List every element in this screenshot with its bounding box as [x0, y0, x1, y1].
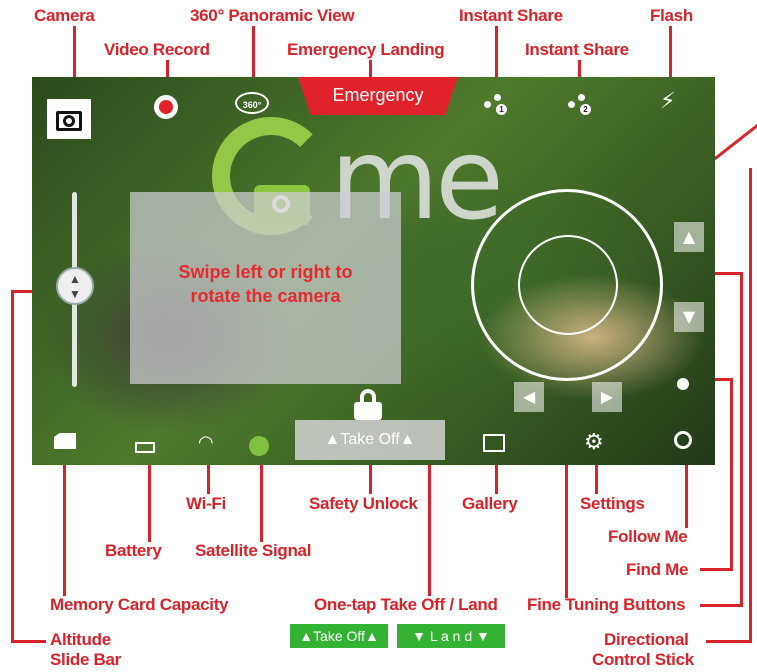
- settings-callout: Settings: [580, 494, 645, 513]
- emergency-button[interactable]: Emergency: [298, 77, 458, 115]
- fine-tune-down-button[interactable]: ▼: [674, 302, 704, 332]
- camera-leader: [73, 26, 76, 80]
- panoramic-button[interactable]: 360°: [235, 92, 269, 114]
- video-record-callout: Video Record: [104, 40, 210, 59]
- battery-icon: [135, 442, 155, 453]
- directional-stick-knob[interactable]: [518, 235, 618, 335]
- find-me-callout: Find Me: [626, 560, 689, 579]
- memory-leader: [63, 456, 66, 596]
- safety-unlock-button[interactable]: [354, 389, 382, 420]
- flash-button[interactable]: ⚡: [660, 89, 675, 114]
- rotate-hint-overlay[interactable]: Swipe left or right to rotate the camera: [130, 192, 401, 384]
- fine-tune-up-button[interactable]: ▲: [674, 222, 704, 252]
- battery-callout: Battery: [105, 541, 162, 560]
- flash-icon: ⚡: [660, 89, 676, 114]
- settings-leader: [595, 460, 598, 494]
- panoramic-callout: 360° Panoramic View: [190, 6, 355, 25]
- findme-leader-v: [730, 378, 733, 570]
- altitude-callout-line2: Slide Bar: [50, 650, 121, 669]
- takeoff-land-button[interactable]: ▲Take Off▲: [295, 420, 445, 460]
- instant-share-button-1[interactable]: 1: [484, 94, 508, 116]
- legend-land: ▼ L a n d ▼: [397, 624, 505, 648]
- video-record-button[interactable]: [154, 95, 178, 119]
- pano-leader: [252, 26, 255, 84]
- instant-share-callout-2: Instant Share: [525, 40, 629, 59]
- findme-leader-h2: [700, 568, 733, 571]
- satellite-signal-icon: [249, 436, 269, 456]
- altitude-leader-h2: [11, 640, 46, 643]
- gallery-callout: Gallery: [462, 494, 518, 513]
- directional-callout-line1: Directional: [604, 630, 689, 649]
- one-tap-callout: One-tap Take Off / Land: [314, 595, 498, 614]
- emergency-landing-callout: Emergency Landing: [287, 40, 445, 59]
- follow-me-callout: Follow Me: [608, 527, 688, 546]
- flash-callout: Flash: [650, 6, 693, 25]
- fine-tune-left-button[interactable]: ◀: [514, 382, 544, 412]
- camera-callout: Camera: [34, 6, 95, 25]
- sat-leader: [260, 456, 263, 542]
- safety-unlock-callout: Safety Unlock: [309, 494, 418, 513]
- gallery-leader: [495, 460, 498, 494]
- instant-share-button-2[interactable]: 2: [568, 94, 592, 116]
- wifi-icon: ◠: [198, 432, 214, 453]
- wifi-callout: Wi-Fi: [186, 494, 226, 513]
- fine-leader-h2: [700, 604, 743, 607]
- onetap-leader: [428, 450, 431, 596]
- settings-button[interactable]: ⚙: [584, 430, 604, 455]
- app-screen: me 360° Emergency 1 2 ⚡ ▲ ▼ Swipe left or…: [32, 77, 715, 465]
- battery-leader: [148, 460, 151, 542]
- rotate-hint-text: Swipe left or right to rotate the camera: [178, 262, 353, 306]
- satellite-signal-callout: Satellite Signal: [195, 541, 312, 560]
- altitude-leader-v: [11, 290, 14, 642]
- camera-button[interactable]: [47, 99, 91, 139]
- directional-callout-line2: Control Stick: [592, 650, 694, 669]
- legend-take-off: ▲Take Off▲: [290, 624, 388, 648]
- follow-me-button[interactable]: [674, 431, 692, 449]
- altitude-callout-line1: Altitude: [50, 630, 111, 649]
- share1-leader: [495, 26, 498, 84]
- find-me-button[interactable]: [677, 378, 689, 390]
- altitude-handle[interactable]: ▲ ▼: [56, 267, 94, 305]
- fine-tune-right-button[interactable]: ▶: [592, 382, 622, 412]
- stick-leader-h: [706, 640, 752, 643]
- share-2-badge: 2: [580, 104, 591, 115]
- followme-leader: [685, 460, 688, 528]
- memory-card-icon: [54, 433, 76, 449]
- memory-card-callout: Memory Card Capacity: [50, 595, 229, 614]
- flash-leader: [669, 26, 672, 84]
- fine-tuning-callout: Fine Tuning Buttons: [527, 595, 686, 614]
- lock-icon: [354, 402, 382, 420]
- stick-leader-v: [749, 168, 752, 643]
- instant-share-callout-1: Instant Share: [459, 6, 563, 25]
- gallery-button[interactable]: [483, 434, 505, 452]
- camera-lens-icon: [63, 115, 75, 127]
- fine-leader-v2: [740, 272, 743, 606]
- share-1-badge: 1: [496, 104, 507, 115]
- wifi-leader: [207, 460, 210, 494]
